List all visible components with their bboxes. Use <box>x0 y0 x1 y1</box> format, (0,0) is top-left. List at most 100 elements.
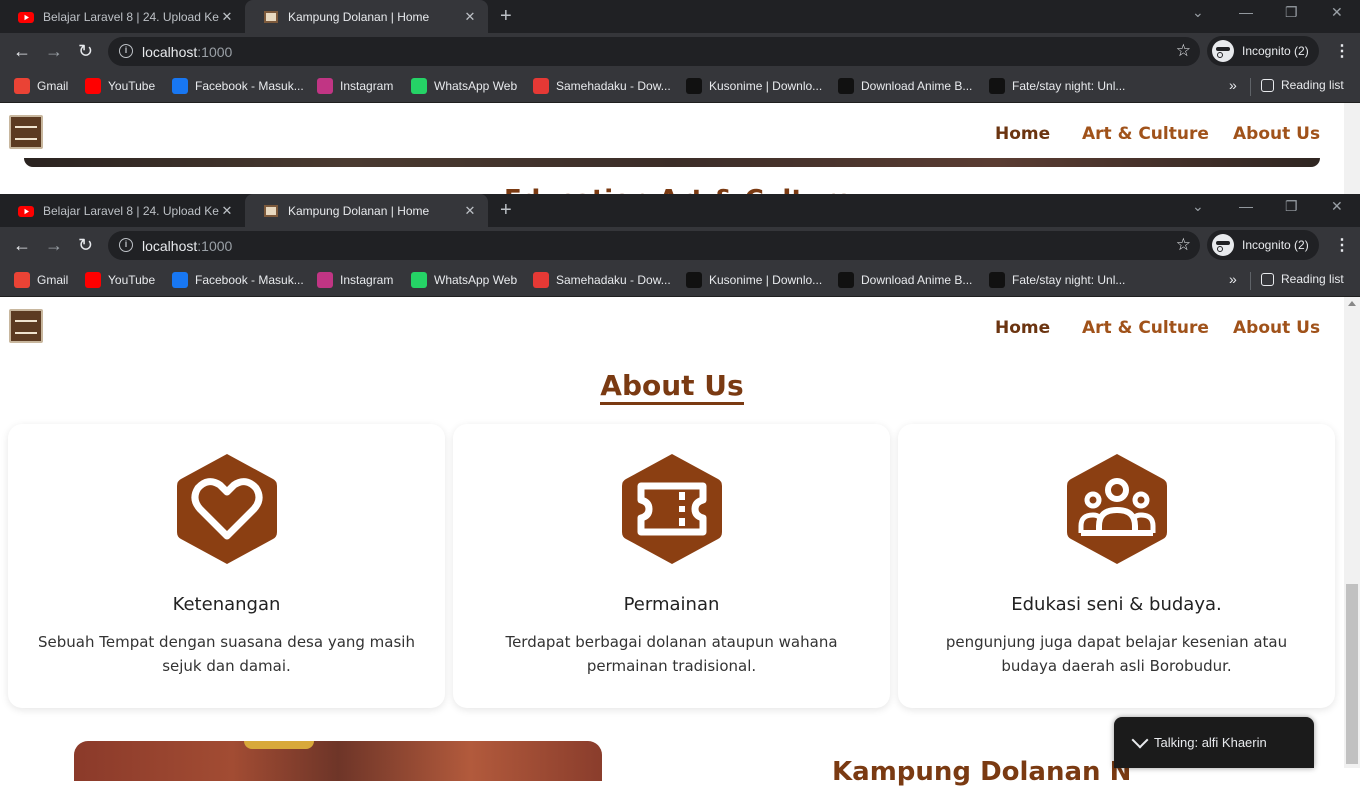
reload-icon[interactable]: ↻ <box>78 41 93 61</box>
bookmark-label: Fate/stay night: Unl... <box>1012 273 1126 287</box>
bookmark-anime[interactable]: Download Anime B... <box>838 78 972 94</box>
whatsapp-icon <box>411 272 427 288</box>
close-tab-icon[interactable]: ✕ <box>219 9 235 25</box>
bookmark-kusonime[interactable]: Kusonime | Downlo... <box>686 78 822 94</box>
reading-list-button[interactable]: Reading list <box>1261 272 1344 286</box>
bookmark-label: Download Anime B... <box>861 273 973 287</box>
anime-icon <box>838 78 854 94</box>
bookmark-kusonime[interactable]: Kusonime | Downlo... <box>686 272 822 288</box>
close-tab-icon[interactable]: ✕ <box>219 203 235 219</box>
minimize-icon[interactable]: — <box>1239 4 1253 20</box>
bookmark-fate[interactable]: Fate/stay night: Unl... <box>989 78 1125 94</box>
new-tab-button[interactable]: + <box>500 5 512 27</box>
address-bar[interactable]: i localhost:1000 ☆ <box>108 231 1200 260</box>
address-bar[interactable]: i localhost:1000 ☆ <box>108 37 1200 66</box>
tab-youtube[interactable]: Belajar Laravel 8 | 24. Upload Ke Web ✕ <box>0 194 245 227</box>
card-title: Edukasi seni & budaya. <box>1011 594 1222 615</box>
close-tab-icon[interactable]: ✕ <box>462 9 478 25</box>
nav-art-culture[interactable]: Art & Culture <box>1082 318 1209 338</box>
minimize-icon[interactable]: — <box>1239 198 1253 214</box>
site-logo[interactable] <box>9 115 43 149</box>
bookmark-star-icon[interactable]: ☆ <box>1176 41 1191 61</box>
nav-about-us[interactable]: About Us <box>1233 318 1320 338</box>
gmail-icon <box>14 78 30 94</box>
background-page: Home Art & Culture About Us Education Ar… <box>0 103 1344 194</box>
restore-icon[interactable]: ❐ <box>1285 198 1298 215</box>
back-icon[interactable]: ← <box>13 235 31 255</box>
bookmark-label: Samehadaku - Dow... <box>556 273 671 287</box>
nav-about-us[interactable]: About Us <box>1233 124 1320 144</box>
scrollbar-track[interactable] <box>1344 103 1360 194</box>
bookmarks-overflow-button[interactable]: » <box>1229 77 1237 93</box>
fate-icon <box>989 78 1005 94</box>
site-info-icon[interactable]: i <box>119 238 133 252</box>
people-icon <box>1067 454 1167 564</box>
window-close-icon[interactable]: ✕ <box>1331 198 1343 215</box>
close-tab-icon[interactable]: ✕ <box>462 203 478 219</box>
bookmarks-overflow-button[interactable]: » <box>1229 271 1237 287</box>
url-host: localhost <box>142 44 198 60</box>
site-info-icon[interactable]: i <box>119 44 133 58</box>
tab-youtube[interactable]: Belajar Laravel 8 | 24. Upload Ke Web ✕ <box>0 0 245 33</box>
bookmark-label: Kusonime | Downlo... <box>709 273 823 287</box>
reading-list-button[interactable]: Reading list <box>1261 78 1344 92</box>
bookmark-samehadaku[interactable]: Samehadaku - Dow... <box>533 78 671 94</box>
bookmark-youtube[interactable]: YouTube <box>85 78 155 94</box>
reload-icon[interactable]: ↻ <box>78 235 93 255</box>
bookmark-facebook[interactable]: Facebook - Masuk... <box>172 78 304 94</box>
scrollbar-track[interactable] <box>1344 297 1360 768</box>
bookmark-label: WhatsApp Web <box>434 273 518 287</box>
bookmark-whatsapp[interactable]: WhatsApp Web <box>411 272 517 288</box>
fate-icon <box>989 272 1005 288</box>
bookmarks-divider <box>1250 272 1251 290</box>
tab-title: Kampung Dolanan | Home <box>288 9 430 24</box>
nav-home[interactable]: Home <box>995 124 1050 144</box>
menu-icon[interactable]: ⋮ <box>1334 41 1350 61</box>
bookmark-star-icon[interactable]: ☆ <box>1176 235 1191 255</box>
tab-search-icon[interactable]: ⌄ <box>1192 198 1204 215</box>
bookmark-gmail[interactable]: Gmail <box>14 272 68 288</box>
bookmark-instagram[interactable]: Instagram <box>317 272 393 288</box>
bookmark-youtube[interactable]: YouTube <box>85 272 155 288</box>
bookmark-facebook[interactable]: Facebook - Masuk... <box>172 272 304 288</box>
chevron-down-icon[interactable] <box>1131 731 1149 748</box>
restore-icon[interactable]: ❐ <box>1285 4 1298 21</box>
tab-search-icon[interactable]: ⌄ <box>1192 4 1204 21</box>
scroll-up-arrow-icon[interactable] <box>1348 301 1356 306</box>
tab-strip: Belajar Laravel 8 | 24. Upload Ke Web ✕ … <box>0 0 1360 33</box>
bookmark-label: Facebook - Masuk... <box>195 79 304 93</box>
anime-icon <box>838 272 854 288</box>
nav-art-culture[interactable]: Art & Culture <box>1082 124 1209 144</box>
bookmark-whatsapp[interactable]: WhatsApp Web <box>411 78 517 94</box>
ticket-icon <box>622 454 722 564</box>
nav-home[interactable]: Home <box>995 318 1050 338</box>
tab-kampung-dolanan[interactable]: Kampung Dolanan | Home ✕ <box>245 0 488 33</box>
incognito-icon <box>1212 234 1234 256</box>
bookmark-label: Samehadaku - Dow... <box>556 79 671 93</box>
bookmark-fate[interactable]: Fate/stay night: Unl... <box>989 272 1125 288</box>
scrollbar-thumb[interactable] <box>1346 584 1358 764</box>
new-tab-button[interactable]: + <box>500 199 512 221</box>
tab-title: Belajar Laravel 8 | 24. Upload Ke Web <box>43 9 219 24</box>
card-text: pengunjung juga dapat belajar kesenian a… <box>945 633 1288 675</box>
forward-icon[interactable]: → <box>45 41 63 61</box>
feature-card-edukasi: Edukasi seni & budaya. pengunjung juga d… <box>898 424 1335 708</box>
heart-icon <box>177 454 277 564</box>
back-icon[interactable]: ← <box>13 41 31 61</box>
incognito-badge[interactable]: Incognito (2) <box>1207 230 1319 260</box>
section-title: About Us <box>0 369 1344 405</box>
forward-icon[interactable]: → <box>45 235 63 255</box>
bookmark-anime[interactable]: Download Anime B... <box>838 272 972 288</box>
incognito-badge[interactable]: Incognito (2) <box>1207 36 1319 66</box>
bookmark-instagram[interactable]: Instagram <box>317 78 393 94</box>
bookmark-gmail[interactable]: Gmail <box>14 78 68 94</box>
window-close-icon[interactable]: ✕ <box>1331 4 1343 21</box>
bookmark-samehadaku[interactable]: Samehadaku - Dow... <box>533 272 671 288</box>
url-text: localhost:1000 <box>142 44 232 60</box>
tab-kampung-dolanan[interactable]: Kampung Dolanan | Home ✕ <box>245 194 488 227</box>
site-logo[interactable] <box>9 309 43 343</box>
tab-strip: Belajar Laravel 8 | 24. Upload Ke Web ✕ … <box>0 194 1360 227</box>
menu-icon[interactable]: ⋮ <box>1334 235 1350 255</box>
talking-indicator[interactable]: Talking: alfi Khaerin <box>1114 717 1314 768</box>
hidden-heading: Education Art & Culture <box>504 185 853 194</box>
